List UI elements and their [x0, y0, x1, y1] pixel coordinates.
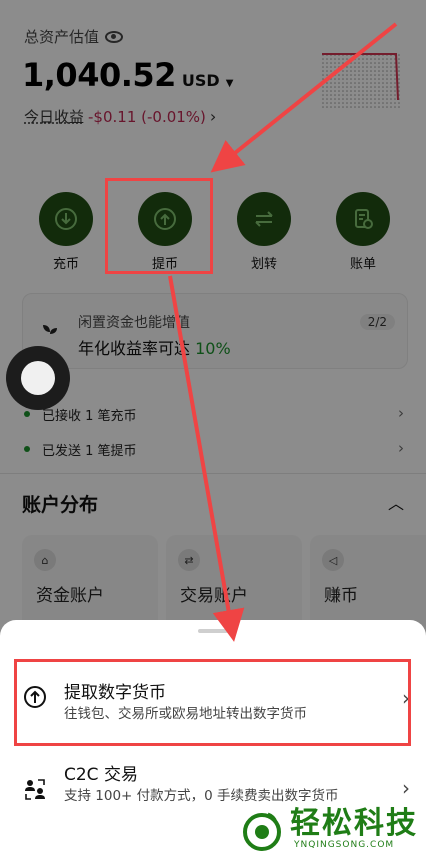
- option-description: 支持 100+ 付款方式，0 手续费卖出数字货币: [64, 788, 339, 804]
- option-title: C2C 交易: [64, 765, 138, 785]
- chevron-right-icon: ›: [402, 776, 410, 800]
- assistive-touch-button[interactable]: [6, 346, 70, 410]
- watermark-name: 轻松科技: [290, 806, 418, 841]
- highlight-box-withdraw: [105, 178, 213, 274]
- people-exchange-icon: [25, 779, 45, 800]
- sheet-handle[interactable]: [198, 629, 228, 633]
- watermark-url: YNQINGSONG.COM: [294, 840, 395, 850]
- highlight-box-option: [14, 659, 411, 746]
- watermark: 轻松科技 YNQINGSONG.COM: [240, 808, 418, 852]
- assistive-touch-inner: [21, 361, 55, 395]
- watermark-logo: [243, 812, 281, 851]
